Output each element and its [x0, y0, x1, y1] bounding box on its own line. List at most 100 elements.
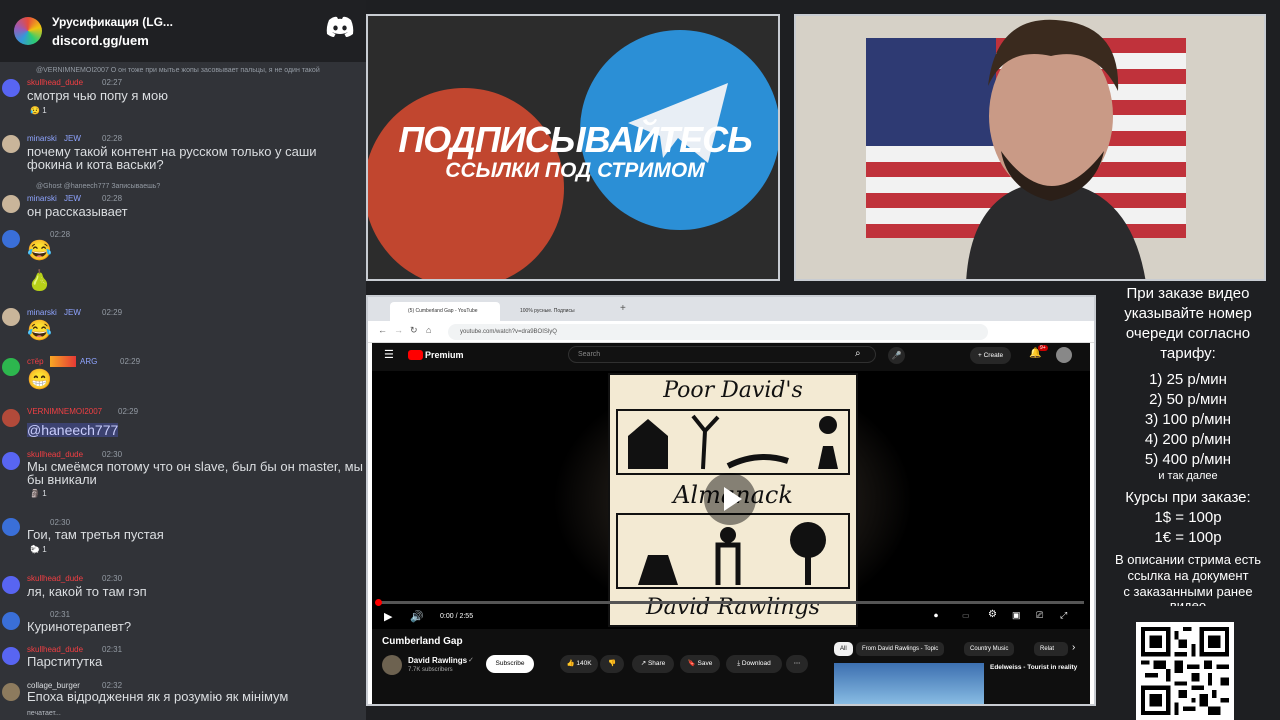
discord-chat-overlay: Урусификация (LG... discord.gg/uem @VERN… [0, 0, 366, 720]
avatar [2, 409, 20, 427]
captions-icon[interactable]: ▭ [962, 611, 970, 620]
search-icon[interactable]: ⌕ [855, 348, 861, 359]
timestamp: 02:30 [102, 574, 123, 583]
youtube-header: ☰ Premium Search ⌕ 🎤 + Create 🔔 9+ [372, 343, 1090, 367]
channel-avatar[interactable] [382, 655, 402, 675]
search-input[interactable]: Search [568, 346, 876, 363]
share-button[interactable]: ↗ Share [632, 655, 674, 673]
account-avatar[interactable] [1056, 347, 1072, 363]
avatar [2, 308, 20, 326]
cast-icon[interactable]: ⎚ [1036, 610, 1043, 621]
tab-second[interactable]: 100% русные. Подписы [502, 302, 612, 321]
channel-name[interactable]: David Rawlings [408, 656, 467, 665]
save-button[interactable]: 🔖 Save [680, 655, 720, 673]
message-text: смотря чью попу я мою [27, 88, 168, 103]
server-invite-link[interactable]: discord.gg/uem [52, 33, 173, 48]
username[interactable]: skullhead_dude [27, 574, 83, 584]
reaction-badge[interactable]: 😥 1 [30, 106, 47, 116]
desc-line: видео [1096, 600, 1280, 606]
toolbar: ← → ↻ ⌂ youtube.com/watch?v=dra9BOISlyQ [368, 321, 1094, 343]
chip-related[interactable]: Relat [1034, 642, 1068, 656]
role-badge: JEW [64, 134, 81, 143]
avatar [2, 195, 20, 213]
settings-gear-icon[interactable]: ⚙ [988, 609, 997, 620]
reload-button[interactable]: ↻ [410, 325, 418, 336]
address-bar[interactable]: youtube.com/watch?v=dra9BOISlyQ [448, 324, 988, 340]
rates-title: Курсы при заказе: [1125, 489, 1251, 506]
message-text: Куринотерапевт? [27, 619, 132, 634]
qr-code[interactable] [1136, 622, 1234, 720]
subscribe-promo-banner: ПОДПИСЫВАЙТЕСЬ ССЫЛКИ ПОД СТРИМОМ [366, 14, 780, 281]
progress-bar[interactable] [375, 599, 1084, 606]
avatar [2, 576, 20, 594]
message-text: Епоха відродження як я розумію як мініму… [27, 689, 289, 704]
server-header[interactable]: Урусификация (LG... discord.gg/uem [0, 0, 366, 62]
reply-preview: @Ghost @haneech777 Записываешь? [36, 183, 161, 190]
stream-layout: Урусификация (LG... discord.gg/uem @VERN… [0, 0, 1280, 720]
chip-from-artist[interactable]: From David Rawlings - Topic [856, 642, 945, 656]
dislike-button[interactable]: 👎 [600, 655, 624, 673]
emoji-message: 😂 [27, 240, 52, 262]
timestamp: 02:29 [120, 357, 141, 366]
verified-icon: ✓ [468, 657, 474, 664]
message-text: бы вникали [27, 472, 97, 487]
recommended-thumbnail[interactable] [834, 663, 984, 704]
play-button[interactable]: ▶ [384, 610, 392, 623]
desc-line: ссылка на документ [1127, 568, 1249, 583]
avatar [2, 647, 20, 665]
voice-search-icon[interactable]: 🎤 [888, 347, 905, 364]
username[interactable]: стёр [27, 357, 44, 367]
promo-title: ПОДПИСЫВАЙТЕСЬ [398, 119, 752, 160]
timestamp: 02:28 [102, 134, 123, 143]
play-overlay-button[interactable] [704, 473, 756, 525]
more-actions-button[interactable]: ⋯ [786, 655, 808, 673]
message-text: Парститутка [27, 654, 103, 669]
avatar [2, 135, 20, 153]
username[interactable]: skullhead_dude [27, 78, 83, 88]
youtube-premium-label[interactable]: Premium [425, 350, 464, 360]
autoplay-toggle-icon[interactable]: ⏺ [934, 611, 938, 621]
mention[interactable]: @haneech777 [27, 423, 119, 437]
webcam-feed [794, 14, 1266, 281]
patreon-logo-shape [368, 88, 564, 279]
username[interactable]: minarski [27, 194, 57, 204]
emoji-message: 🍐 [27, 270, 52, 292]
reply-preview: @VERNIMNEMOI2007 О он тоже при мытье жоп… [36, 67, 320, 74]
menu-icon[interactable]: ☰ [384, 348, 394, 361]
reaction-badge[interactable]: 🗿 1 [30, 489, 47, 499]
youtube-logo-icon[interactable] [408, 350, 423, 360]
info-line: очереди согласно [1125, 325, 1251, 342]
username[interactable]: VERNIMNEMOI2007 [27, 407, 102, 417]
video-player[interactable]: Poor David's Almanack [372, 371, 1090, 629]
miniplayer-icon[interactable]: ▣ [1012, 610, 1021, 621]
new-tab-button[interactable]: + [620, 303, 626, 314]
tab-youtube[interactable]: (5) Cumberland Gap - YouTube [390, 302, 500, 321]
recommended-title[interactable]: Edelweiss - Tourist in reality [990, 663, 1080, 672]
avatar [2, 230, 20, 248]
chip-all[interactable]: All [834, 642, 853, 656]
timestamp: 02:28 [102, 194, 123, 203]
back-button[interactable]: ← [378, 325, 387, 335]
volume-icon[interactable]: 🔊 [410, 610, 424, 623]
reaction-badge[interactable]: 🐑 1 [30, 545, 47, 555]
chips-next-chevron-icon[interactable]: › [1072, 642, 1075, 653]
create-button[interactable]: + Create [970, 347, 1012, 364]
timestamp: 02:28 [50, 230, 71, 239]
progress-scrubber[interactable] [375, 599, 382, 606]
chip-country-music[interactable]: Country Music [964, 642, 1015, 656]
tariff-line: 5) 400 р/мин [1144, 451, 1232, 468]
name-banner [50, 356, 76, 367]
like-button[interactable]: 👍 140K [560, 655, 598, 673]
download-button[interactable]: ⤓ Download [726, 655, 782, 673]
subscribe-button[interactable]: Subscribe [486, 655, 534, 673]
tariff-line: 1) 25 р/мин [1149, 371, 1227, 388]
avatar [2, 358, 20, 376]
username[interactable]: minarski [27, 308, 57, 318]
forward-button[interactable]: → [394, 325, 403, 335]
home-icon[interactable]: ⌂ [426, 325, 431, 335]
reaction-count: 1 [42, 545, 47, 554]
fullscreen-icon[interactable]: ⤢ [1060, 610, 1067, 621]
info-line: При заказе видео [1126, 285, 1250, 302]
avatar [2, 612, 20, 630]
username[interactable]: minarski [27, 134, 57, 144]
